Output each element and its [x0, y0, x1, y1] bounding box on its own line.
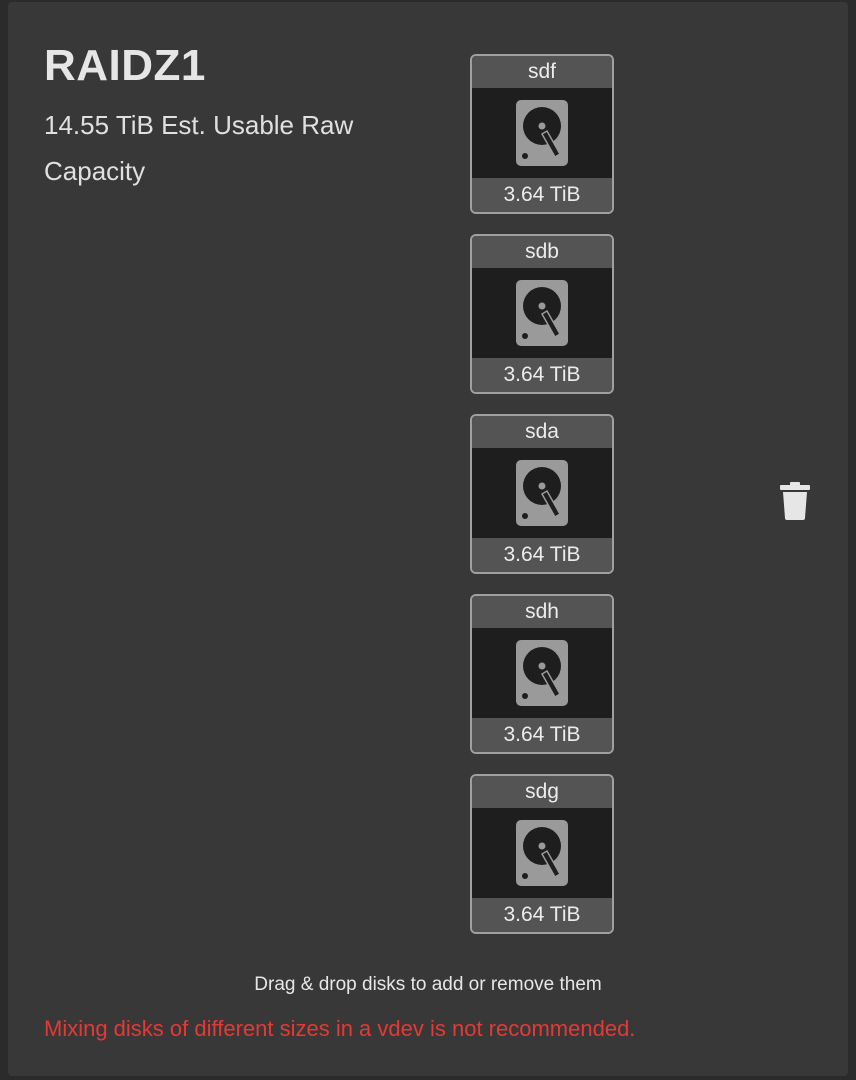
hard-disk-icon: [516, 280, 568, 346]
disk-name: sdb: [472, 236, 612, 268]
disk-size: 3.64 TiB: [472, 538, 612, 572]
hard-disk-icon: [516, 640, 568, 706]
hard-disk-icon: [516, 100, 568, 166]
trash-icon: [780, 482, 810, 520]
disk-size: 3.64 TiB: [472, 898, 612, 932]
disk-card[interactable]: sda 3.64 TiB: [470, 414, 614, 574]
vdev-title: RAIDZ1: [44, 41, 206, 90]
capacity-text: 14.55 TiB Est. Usable Raw Capacity: [44, 110, 354, 186]
drag-drop-hint: Drag & drop disks to add or remove them: [254, 974, 602, 995]
disk-card[interactable]: sdh 3.64 TiB: [470, 594, 614, 754]
disk-card[interactable]: sdg 3.64 TiB: [470, 774, 614, 934]
disk-card[interactable]: sdb 3.64 TiB: [470, 234, 614, 394]
mixed-size-warning: Mixing disks of different sizes in a vde…: [44, 1016, 636, 1041]
remove-vdev-button[interactable]: [780, 482, 810, 520]
disk-size: 3.64 TiB: [472, 178, 612, 212]
disk-size: 3.64 TiB: [472, 718, 612, 752]
disk-list: sdf 3.64 TiB sdb 3.64 TiB sda 3.64 TiB s…: [470, 54, 614, 954]
disk-name: sdh: [472, 596, 612, 628]
disk-name: sda: [472, 416, 612, 448]
disk-card[interactable]: sdf 3.64 TiB: [470, 54, 614, 214]
vdev-panel: RAIDZ1 14.55 TiB Est. Usable Raw Capacit…: [8, 2, 848, 1076]
hard-disk-icon: [516, 820, 568, 886]
disk-size: 3.64 TiB: [472, 358, 612, 392]
hard-disk-icon: [516, 460, 568, 526]
disk-name: sdg: [472, 776, 612, 808]
disk-name: sdf: [472, 56, 612, 88]
